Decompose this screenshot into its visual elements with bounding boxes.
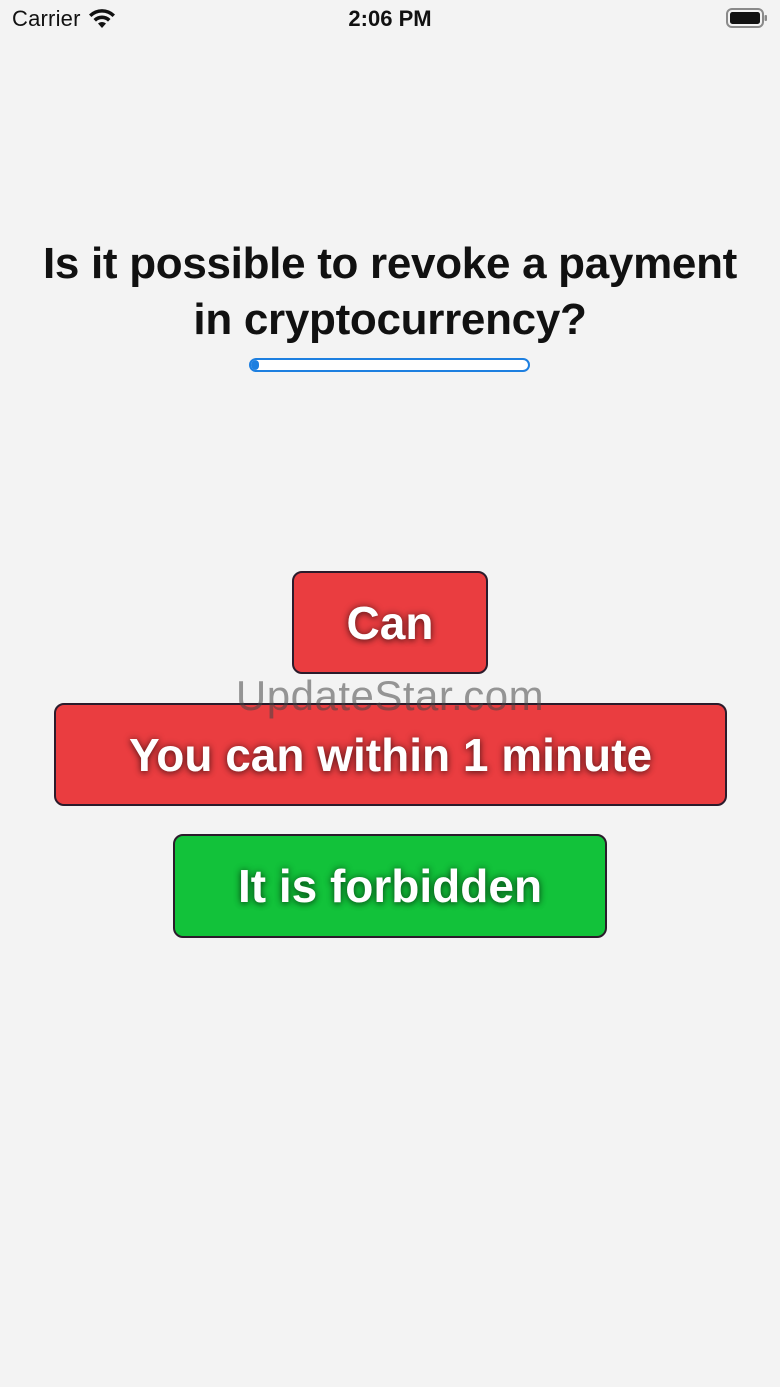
- battery-icon: [726, 8, 767, 28]
- answer-button-can[interactable]: Can: [292, 571, 488, 674]
- clock: 2:06 PM: [348, 6, 432, 31]
- progress-bar: [249, 358, 530, 372]
- question-line-1: Is it possible to revoke a payment: [42, 239, 738, 288]
- answer-button-forbidden[interactable]: It is forbidden: [173, 834, 607, 938]
- question-line-2: in cryptocurrency?: [193, 295, 587, 344]
- answer-button-within-1-minute[interactable]: You can within 1 minute: [54, 703, 727, 806]
- status-bar: Carrier 2:06 PM: [0, 0, 780, 40]
- progress-bar-fill: [251, 360, 260, 370]
- question-text: Is it possible to revoke a payment in cr…: [0, 236, 780, 348]
